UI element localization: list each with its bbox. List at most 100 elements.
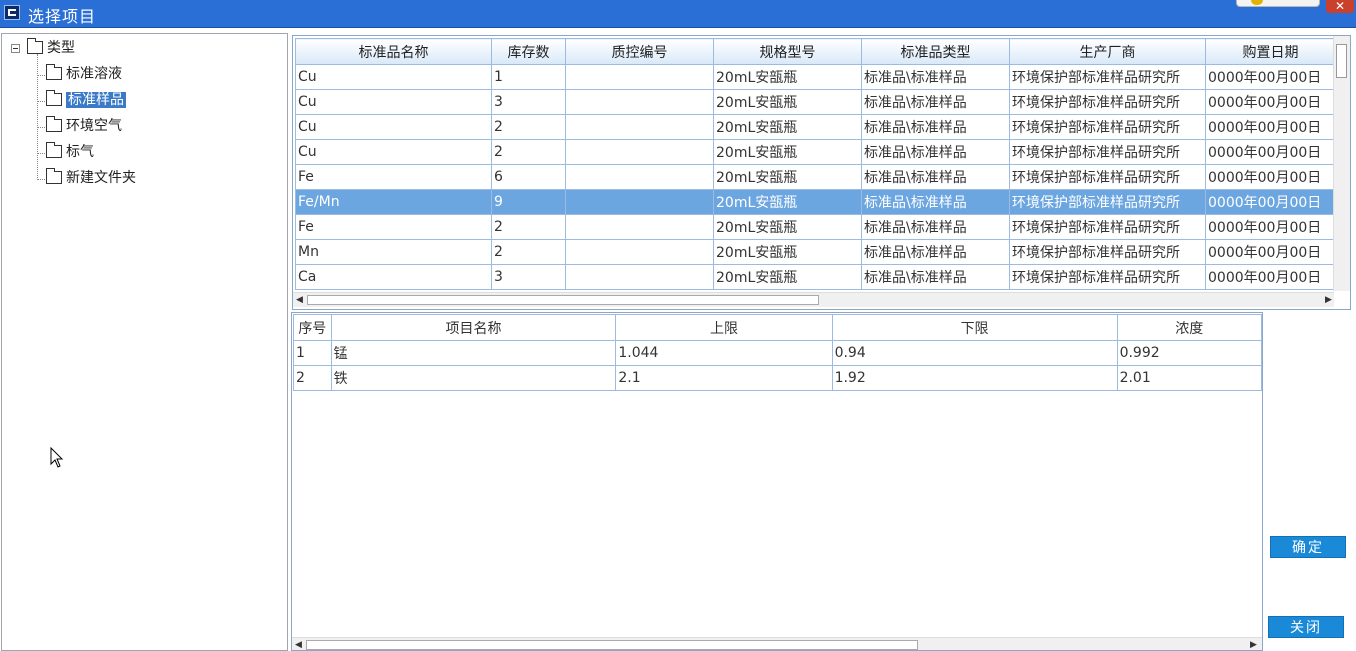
table-cell[interactable]: 环境保护部标准样品研究所 <box>1009 114 1206 140</box>
table-cell[interactable]: 锰 <box>330 340 617 366</box>
table-cell[interactable]: Fe <box>295 214 492 240</box>
tree-root[interactable]: 类型 <box>27 38 75 58</box>
table-cell[interactable]: 0000年00月00日 <box>1205 139 1336 165</box>
column-header[interactable]: 下限 <box>831 314 1118 341</box>
table-cell[interactable]: Cu <box>295 114 492 140</box>
window-close-button[interactable]: ✕ <box>1326 0 1354 13</box>
table-cell[interactable]: 标准品\标准样品 <box>861 239 1010 265</box>
column-header[interactable]: 序号 <box>293 314 332 341</box>
table-cell[interactable]: 0000年00月00日 <box>1205 164 1336 190</box>
scrollbar-thumb[interactable] <box>306 640 918 650</box>
table-cell[interactable]: 环境保护部标准样品研究所 <box>1009 64 1206 90</box>
table-cell[interactable]: 0000年00月00日 <box>1205 64 1336 90</box>
table-cell[interactable]: Mn <box>295 239 492 265</box>
table-cell[interactable]: 2 <box>491 239 566 265</box>
table-cell[interactable]: 0.992 <box>1116 340 1262 366</box>
table-cell[interactable]: 标准品\标准样品 <box>861 64 1010 90</box>
table-cell[interactable]: Fe <box>295 164 492 190</box>
table-cell[interactable] <box>565 239 714 265</box>
table-cell[interactable]: 环境保护部标准样品研究所 <box>1009 164 1206 190</box>
vertical-scrollbar[interactable] <box>1333 36 1350 291</box>
table-cell[interactable]: 3 <box>491 264 566 290</box>
table-cell[interactable]: 2.1 <box>615 365 833 391</box>
horizontal-scrollbar[interactable]: ◀ ▶ <box>293 292 1334 307</box>
column-header[interactable]: 生产厂商 <box>1009 38 1206 65</box>
confirm-button[interactable]: 确定 <box>1270 536 1346 558</box>
table-cell[interactable]: 20mL安瓿瓶 <box>713 239 862 265</box>
table-cell[interactable]: 6 <box>491 164 566 190</box>
table-cell[interactable]: 2 <box>491 214 566 240</box>
table-cell[interactable]: 0000年00月00日 <box>1205 114 1336 140</box>
table-cell[interactable] <box>565 114 714 140</box>
table-cell[interactable]: 标准品\标准样品 <box>861 264 1010 290</box>
table-cell[interactable]: 环境保护部标准样品研究所 <box>1009 214 1206 240</box>
table-row[interactable]: Fe 6 20mL安瓿瓶 标准品\标准样品 环境保护部标准样品研究所 0000年00月00… <box>295 164 1336 190</box>
table-cell[interactable] <box>565 89 714 115</box>
table-cell[interactable]: 环境保护部标准样品研究所 <box>1009 89 1206 115</box>
table-cell[interactable]: Cu <box>295 89 492 115</box>
table-cell[interactable]: 标准品\标准样品 <box>861 114 1010 140</box>
scroll-left-icon[interactable]: ◀ <box>296 293 303 307</box>
scroll-left-icon[interactable]: ◀ <box>295 638 302 650</box>
table-cell[interactable]: 2.01 <box>1116 365 1262 391</box>
column-header[interactable]: 标准品类型 <box>861 38 1010 65</box>
table-cell[interactable]: 0.94 <box>831 340 1118 366</box>
table-cell[interactable]: 20mL安瓿瓶 <box>713 214 862 240</box>
column-header[interactable]: 库存数 <box>491 38 566 65</box>
table-cell[interactable]: 环境保护部标准样品研究所 <box>1009 189 1206 215</box>
table-row[interactable]: Fe/Mn 9 20mL安瓿瓶 标准品\标准样品 环境保护部标准样品研究所 0000年00… <box>295 189 1336 215</box>
tree-item-standard-gas[interactable]: 标气 <box>46 142 94 162</box>
table-cell[interactable] <box>565 214 714 240</box>
table-cell[interactable]: Cu <box>295 139 492 165</box>
table-cell[interactable]: Ca <box>295 264 492 290</box>
table-row[interactable]: Cu 2 20mL安瓿瓶 标准品\标准样品 环境保护部标准样品研究所 0000年00月00… <box>295 139 1336 165</box>
tree-item-ambient-air[interactable]: 环境空气 <box>46 116 122 136</box>
table-row[interactable]: Cu 2 20mL安瓿瓶 标准品\标准样品 环境保护部标准样品研究所 0000年00月00… <box>295 114 1336 140</box>
table-cell[interactable]: 1.044 <box>615 340 833 366</box>
table-cell[interactable] <box>565 164 714 190</box>
close-button[interactable]: 关闭 <box>1268 616 1344 638</box>
table-cell[interactable]: 1 <box>491 64 566 90</box>
table-cell[interactable]: 20mL安瓿瓶 <box>713 64 862 90</box>
table-cell[interactable]: 9 <box>491 189 566 215</box>
table-cell[interactable]: 2 <box>491 114 566 140</box>
table-row[interactable]: Fe 2 20mL安瓿瓶 标准品\标准样品 环境保护部标准样品研究所 0000年00月00… <box>295 214 1336 240</box>
table-cell[interactable]: 环境保护部标准样品研究所 <box>1009 264 1206 290</box>
table-cell[interactable]: 20mL安瓿瓶 <box>713 189 862 215</box>
table-cell[interactable]: 0000年00月00日 <box>1205 89 1336 115</box>
table-cell[interactable] <box>565 264 714 290</box>
column-header[interactable]: 上限 <box>615 314 833 341</box>
table-cell[interactable] <box>565 139 714 165</box>
table-cell[interactable]: 20mL安瓿瓶 <box>713 164 862 190</box>
table-cell[interactable]: 环境保护部标准样品研究所 <box>1009 239 1206 265</box>
table-cell[interactable]: 2 <box>293 365 332 391</box>
table-cell[interactable]: 标准品\标准样品 <box>861 189 1010 215</box>
table-row[interactable]: Ca 3 20mL安瓿瓶 标准品\标准样品 环境保护部标准样品研究所 0000年00月00… <box>295 264 1336 290</box>
table-cell[interactable]: 20mL安瓿瓶 <box>713 264 862 290</box>
column-header[interactable]: 标准品名称 <box>295 38 492 65</box>
table-cell[interactable]: 20mL安瓿瓶 <box>713 89 862 115</box>
table-cell[interactable] <box>565 64 714 90</box>
table-cell[interactable]: 标准品\标准样品 <box>861 214 1010 240</box>
table-cell[interactable]: 1 <box>293 340 332 366</box>
table-cell[interactable]: Cu <box>295 64 492 90</box>
table-row[interactable]: Cu 3 20mL安瓿瓶 标准品\标准样品 环境保护部标准样品研究所 0000年00月00… <box>295 89 1336 115</box>
table-cell[interactable]: 0000年00月00日 <box>1205 214 1336 240</box>
scrollbar-thumb[interactable] <box>307 295 819 305</box>
table-cell[interactable]: 20mL安瓿瓶 <box>713 114 862 140</box>
scroll-right-icon[interactable]: ▶ <box>1250 638 1257 650</box>
table-cell[interactable] <box>565 189 714 215</box>
column-header[interactable]: 项目名称 <box>330 314 617 341</box>
table-cell[interactable]: 标准品\标准样品 <box>861 89 1010 115</box>
table-cell[interactable]: 0000年00月00日 <box>1205 264 1336 290</box>
table-row[interactable]: 2 铁 2.1 1.92 2.01 <box>293 365 1262 391</box>
tree-item-standard-solution[interactable]: 标准溶液 <box>46 64 122 84</box>
table-row[interactable]: Cu 1 20mL安瓿瓶 标准品\标准样品 环境保护部标准样品研究所 0000年00月00… <box>295 64 1336 90</box>
table-cell[interactable]: 环境保护部标准样品研究所 <box>1009 139 1206 165</box>
table-cell[interactable]: 0000年00月00日 <box>1205 239 1336 265</box>
table-cell[interactable]: 3 <box>491 89 566 115</box>
table-cell[interactable]: 铁 <box>330 365 617 391</box>
table-row[interactable]: Mn 2 20mL安瓿瓶 标准品\标准样品 环境保护部标准样品研究所 0000年00月00… <box>295 239 1336 265</box>
scrollbar-thumb[interactable] <box>1336 44 1347 78</box>
table-cell[interactable]: Fe/Mn <box>295 189 492 215</box>
